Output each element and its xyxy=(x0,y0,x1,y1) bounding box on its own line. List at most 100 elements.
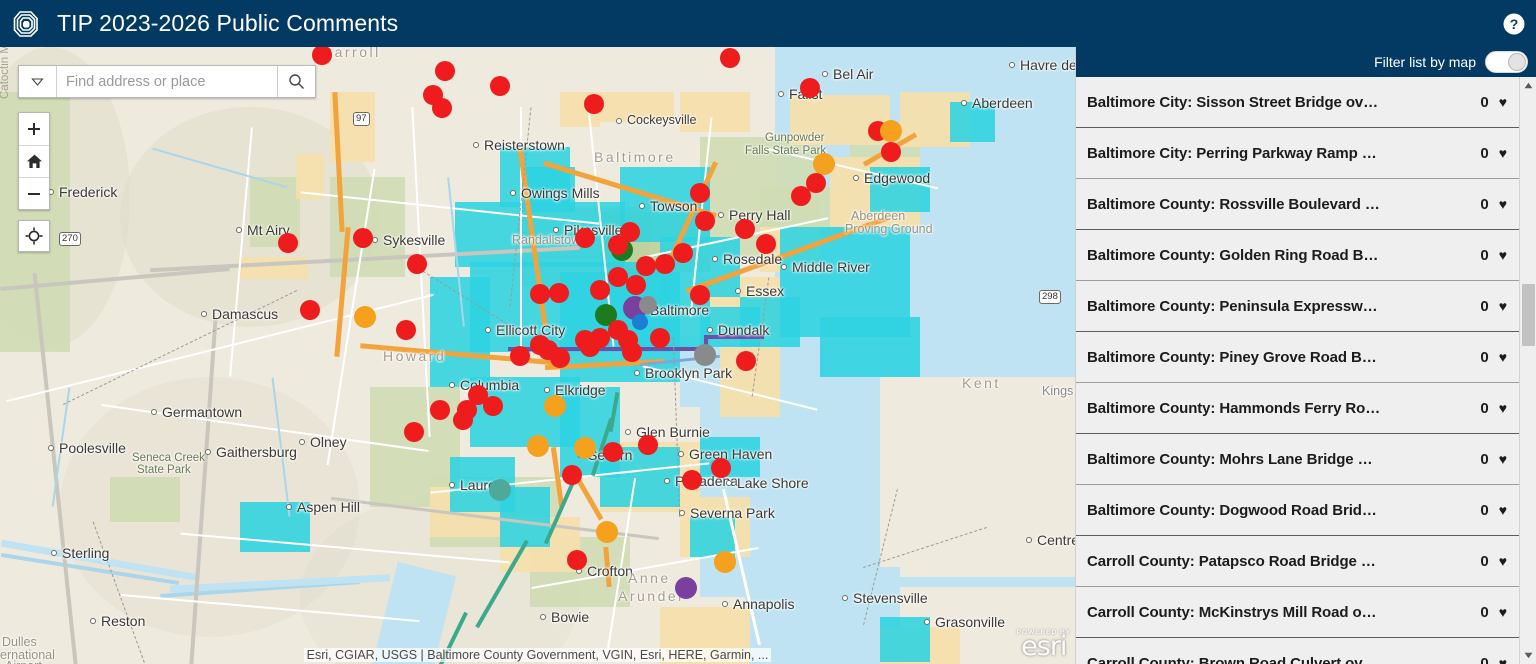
map-marker-red[interactable] xyxy=(483,396,503,416)
list-scrollbar[interactable] xyxy=(1519,77,1536,664)
map-marker-orange[interactable] xyxy=(714,551,736,573)
caret-down-icon[interactable] xyxy=(1520,647,1536,664)
map-marker-red[interactable] xyxy=(407,254,427,274)
list-item[interactable]: Carroll County: McKinstrys Mill Road o… 0… xyxy=(1076,587,1519,638)
map-marker-purple[interactable] xyxy=(675,577,697,599)
heart-icon[interactable]: ♥ xyxy=(1499,196,1507,212)
map-marker-teal[interactable] xyxy=(489,479,511,501)
map-marker-red[interactable] xyxy=(650,328,670,348)
heart-icon[interactable]: ♥ xyxy=(1499,553,1507,569)
map-marker-red[interactable] xyxy=(550,348,570,368)
map-marker-red[interactable] xyxy=(590,280,610,300)
map-marker-red[interactable] xyxy=(510,346,530,366)
chevron-down-icon[interactable] xyxy=(19,66,57,97)
map-marker-red[interactable] xyxy=(567,550,587,570)
filter-list-by-map-toggle[interactable] xyxy=(1485,51,1528,73)
search-input[interactable] xyxy=(57,66,277,97)
map-marker-red[interactable] xyxy=(881,142,901,162)
map-marker-red[interactable] xyxy=(736,351,756,371)
map-marker-red[interactable] xyxy=(404,422,424,442)
map-marker-red[interactable] xyxy=(608,267,628,287)
map-marker-red[interactable] xyxy=(300,300,320,320)
list-item[interactable]: Baltimore City: Sisson Street Bridge ov…… xyxy=(1076,77,1519,128)
list-item[interactable]: Baltimore County: Hammonds Ferry Ro… 0 ♥ xyxy=(1076,383,1519,434)
map-marker-red[interactable] xyxy=(575,228,595,248)
heart-icon[interactable]: ♥ xyxy=(1499,502,1507,518)
map-place-dot xyxy=(679,510,685,516)
list-item[interactable]: Baltimore City: Perring Parkway Ramp … 0 ♥ xyxy=(1076,128,1519,179)
comment-list[interactable]: Baltimore City: Sisson Street Bridge ov…… xyxy=(1076,77,1519,664)
heart-icon[interactable]: ♥ xyxy=(1499,94,1507,110)
map-marker-red[interactable] xyxy=(638,435,658,455)
list-item[interactable]: Baltimore County: Mohrs Lane Bridge … 0 ♥ xyxy=(1076,434,1519,485)
map-marker-red[interactable] xyxy=(396,320,416,340)
zoom-out-button[interactable] xyxy=(19,177,49,209)
map-marker-red[interactable] xyxy=(490,76,510,96)
list-item[interactable]: Baltimore County: Piney Grove Road B… 0 ♥ xyxy=(1076,332,1519,383)
list-item[interactable]: Baltimore County: Peninsula Expressw… 0 ♥ xyxy=(1076,281,1519,332)
heart-icon[interactable]: ♥ xyxy=(1499,349,1507,365)
map-marker-orange[interactable] xyxy=(354,306,376,328)
map-marker-gray[interactable] xyxy=(639,296,657,314)
zoom-in-button[interactable] xyxy=(19,113,49,145)
map-marker-red[interactable] xyxy=(620,222,640,242)
home-button[interactable] xyxy=(19,145,49,177)
map-marker-red[interactable] xyxy=(682,470,702,490)
map-place-dot xyxy=(473,142,479,148)
map-marker-red[interactable] xyxy=(720,48,740,68)
map-marker-red[interactable] xyxy=(530,284,550,304)
map-marker-red[interactable] xyxy=(435,61,455,81)
map-marker-red[interactable] xyxy=(690,183,710,203)
map-marker-red[interactable] xyxy=(711,458,731,478)
heart-icon[interactable]: ♥ xyxy=(1499,247,1507,263)
map-marker-red[interactable] xyxy=(430,400,450,420)
map-marker-red[interactable] xyxy=(278,233,298,253)
map-marker-red[interactable] xyxy=(673,243,693,263)
map-marker-red[interactable] xyxy=(695,211,715,231)
map-marker-red[interactable] xyxy=(562,465,582,485)
map-marker-red[interactable] xyxy=(457,400,477,420)
search-icon[interactable] xyxy=(277,66,315,97)
map-marker-red[interactable] xyxy=(655,254,675,274)
map-marker-red[interactable] xyxy=(580,337,600,357)
map-marker-orange[interactable] xyxy=(574,437,596,459)
map-marker-red[interactable] xyxy=(690,285,710,305)
map-marker-red[interactable] xyxy=(791,186,811,206)
map-marker-orange[interactable] xyxy=(544,395,566,417)
list-item[interactable]: Baltimore County: Rossville Boulevard … 0… xyxy=(1076,179,1519,230)
heart-icon[interactable]: ♥ xyxy=(1499,655,1507,664)
help-icon[interactable]: ? xyxy=(1502,12,1526,36)
heart-icon[interactable]: ♥ xyxy=(1499,145,1507,161)
map-marker-red[interactable] xyxy=(626,275,646,295)
map-marker-red[interactable] xyxy=(622,342,642,362)
heart-icon[interactable]: ♥ xyxy=(1499,400,1507,416)
map-marker-orange[interactable] xyxy=(527,435,549,457)
map-marker-red[interactable] xyxy=(432,98,452,118)
map-marker-orange[interactable] xyxy=(813,153,835,175)
heart-icon[interactable]: ♥ xyxy=(1499,451,1507,467)
map-marker-blue[interactable] xyxy=(632,314,648,330)
map-marker-gray[interactable] xyxy=(694,344,716,366)
map-marker-red[interactable] xyxy=(800,78,820,98)
map-marker-orange[interactable] xyxy=(596,521,618,543)
list-item[interactable]: Carroll County: Patapsco Road Bridge … 0 ♥ xyxy=(1076,536,1519,587)
map-marker-red[interactable] xyxy=(735,219,755,239)
locate-button[interactable] xyxy=(18,220,50,252)
map-marker-red[interactable] xyxy=(584,94,604,114)
list-item[interactable]: Baltimore County: Golden Ring Road B… 0 ♥ xyxy=(1076,230,1519,281)
map-marker-red[interactable] xyxy=(353,228,373,248)
caret-up-icon[interactable] xyxy=(1520,77,1536,94)
map-marker-red[interactable] xyxy=(603,442,623,462)
map-marker-red[interactable] xyxy=(756,234,776,254)
scrollbar-thumb[interactable] xyxy=(1522,284,1535,346)
heart-icon[interactable]: ♥ xyxy=(1499,604,1507,620)
map-marker-orange[interactable] xyxy=(880,120,902,142)
map-marker-red[interactable] xyxy=(549,283,569,303)
map-zoom-controls[interactable] xyxy=(18,112,50,210)
list-item[interactable]: Baltimore County: Dogwood Road Brid… 0 ♥ xyxy=(1076,485,1519,536)
map-search-widget[interactable] xyxy=(18,65,316,98)
map-view[interactable]: CarrollBel AirHavre de GraFallstCockeysv… xyxy=(0,47,1075,664)
list-item[interactable]: Carroll County: Brown Road Culvert ov… 0 ♥ xyxy=(1076,638,1519,664)
map-marker-red[interactable] xyxy=(636,256,656,276)
heart-icon[interactable]: ♥ xyxy=(1499,298,1507,314)
